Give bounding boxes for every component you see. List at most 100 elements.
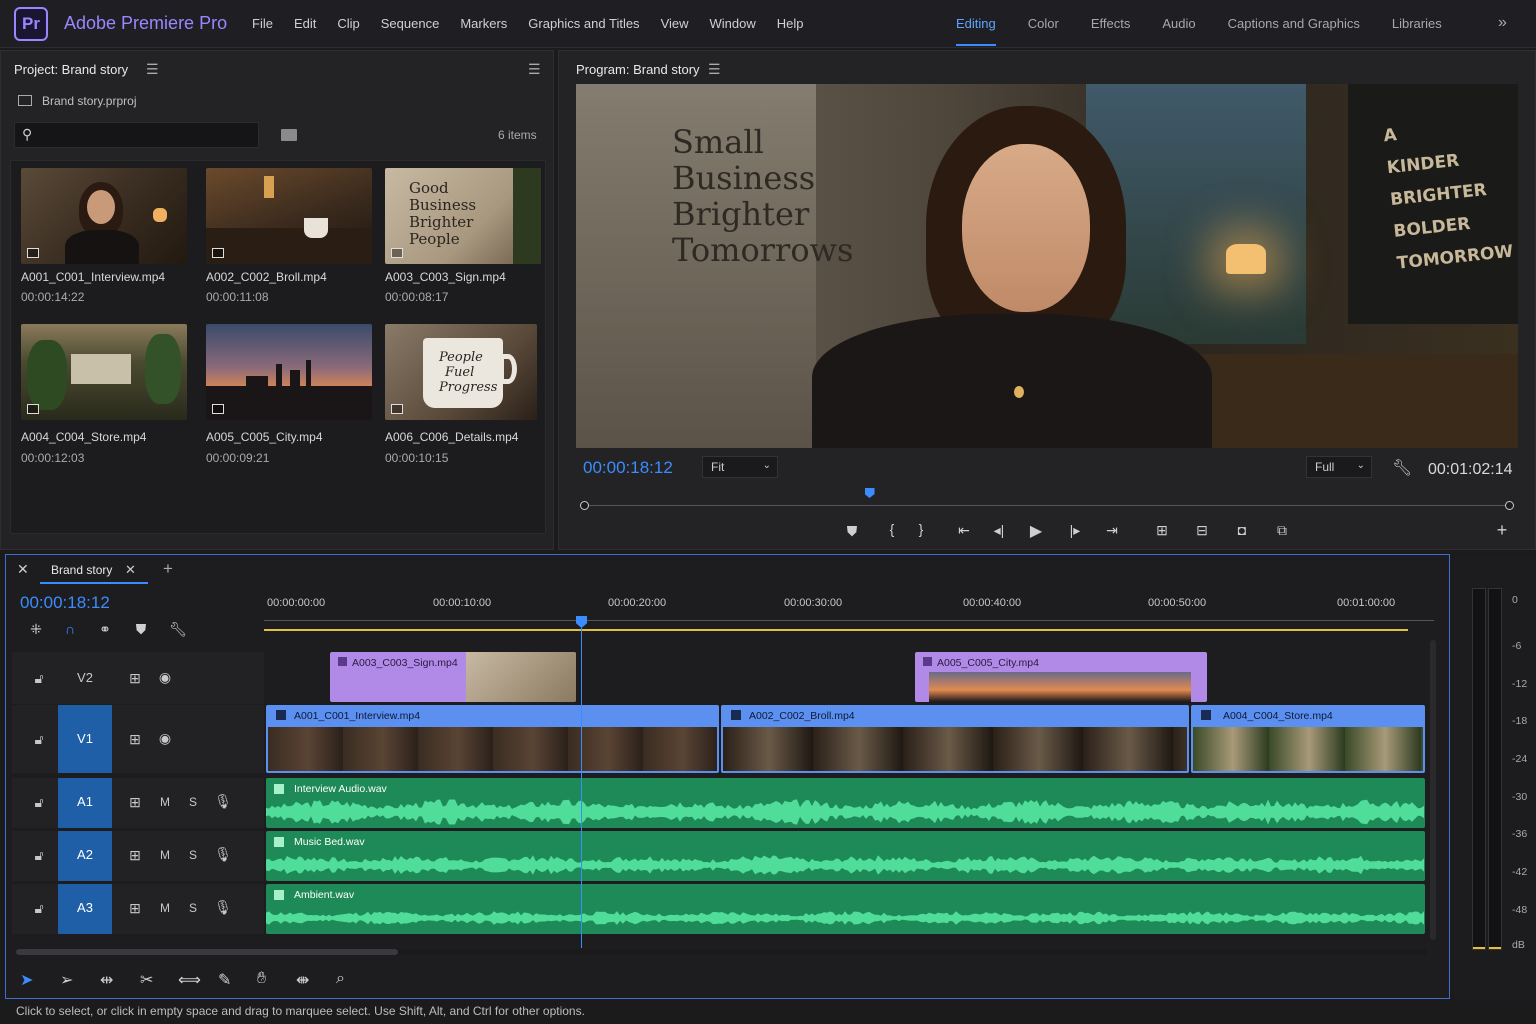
chevron-down-icon: ⌄ [1356, 460, 1365, 471]
track-select-tool-icon[interactable]: ➢ [60, 970, 73, 990]
panel-menu-icon[interactable]: ☰ [528, 61, 541, 78]
new-bin-icon[interactable] [281, 129, 297, 141]
program-monitor-title[interactable]: Program: Brand story [576, 62, 700, 77]
export-frame-icon[interactable]: ◘ [1232, 522, 1252, 538]
zoom-select[interactable]: Fit ⌄ [702, 456, 778, 478]
mark-in-icon[interactable]: { [882, 521, 902, 537]
program-video-frame[interactable]: Small Business Brighter Tomorrows A KIND… [576, 84, 1518, 448]
snap-icon[interactable]: ∩ [60, 621, 80, 637]
type-tool-icon[interactable]: ⇼ [296, 970, 309, 990]
project-panel-title[interactable]: Project: Brand story [14, 62, 128, 77]
new-tab-icon[interactable]: + [163, 559, 173, 579]
track-label[interactable]: V1 [58, 731, 112, 746]
menu-markers[interactable]: Markers [460, 16, 507, 31]
workspace-color[interactable]: Color [1028, 0, 1059, 46]
linked-selection-icon[interactable]: ⚭ [95, 621, 115, 638]
selection-tool-icon[interactable]: ➤ [20, 970, 33, 990]
mark-out-icon[interactable]: } [911, 521, 931, 537]
ripple-edit-tool-icon[interactable]: ⇹ [100, 970, 113, 990]
clip-a3-ambient[interactable]: Ambient.wav [266, 884, 1425, 934]
project-menu-icon[interactable]: ☰ [146, 61, 159, 78]
step-back-icon[interactable]: ◂| [989, 522, 1009, 539]
menu-clip[interactable]: Clip [337, 16, 359, 31]
workspace-libraries[interactable]: Libraries [1392, 0, 1442, 46]
more-workspaces-icon[interactable]: » [1498, 14, 1507, 32]
track-label[interactable]: A1 [58, 794, 112, 809]
clip-v1-interview[interactable]: A001_C001_Interview.mp4 [266, 705, 719, 773]
thumb-interview[interactable] [21, 168, 187, 264]
program-menu-icon[interactable]: ☰ [708, 61, 721, 78]
status-bar: Click to select, or click in empty space… [16, 1004, 585, 1018]
slip-tool-icon[interactable]: ⟺ [178, 970, 201, 990]
program-playhead[interactable] [864, 488, 875, 498]
program-timecode[interactable]: 00:00:18:12 [583, 458, 673, 478]
track-label[interactable]: A2 [58, 847, 112, 862]
clip-a2-music-bed[interactable]: Music Bed.wav [266, 831, 1425, 881]
project-search-input[interactable]: ⚲ [14, 122, 259, 148]
timeline-tab-label: Brand story [51, 563, 113, 577]
clip-v1-store[interactable]: A004_C004_Store.mp4 [1191, 705, 1425, 773]
horizontal-scrollbar[interactable] [16, 949, 1426, 955]
wrench-icon[interactable]: 🔧︎ [1392, 458, 1412, 478]
program-scrubber[interactable] [580, 488, 1514, 510]
scrub-end-handle[interactable] [1505, 501, 1514, 510]
comparison-view-icon[interactable]: ⧉ [1272, 522, 1292, 539]
thumb-broll[interactable] [206, 168, 372, 264]
workspace-editing[interactable]: Editing [956, 0, 996, 46]
hand-tool-icon[interactable]: ✋︎ [257, 970, 266, 988]
vertical-scrollbar[interactable] [1430, 640, 1436, 940]
track-label[interactable]: A3 [58, 900, 112, 915]
meter-label: -42 [1512, 866, 1528, 878]
step-forward-icon[interactable]: |▸ [1065, 522, 1085, 539]
go-to-in-icon[interactable]: ⇤ [954, 522, 974, 539]
workspace-captions[interactable]: Captions and Graphics [1228, 0, 1360, 46]
menu-sequence[interactable]: Sequence [381, 16, 440, 31]
menu-edit[interactable]: Edit [294, 16, 316, 31]
add-marker-icon[interactable]: ⛊ [131, 621, 151, 638]
clip-name: A006_C006_Details.mp4 [385, 430, 519, 444]
zoom-tool-icon[interactable]: ⌕ [336, 970, 345, 988]
eye-icon[interactable]: ◉ [138, 669, 192, 686]
eye-icon[interactable]: ◉ [138, 730, 192, 747]
scrub-start-handle[interactable] [580, 501, 589, 510]
microphone-icon[interactable]: 🎙︎ [196, 793, 250, 810]
menu-file[interactable]: File [252, 16, 273, 31]
microphone-icon[interactable]: 🎙︎ [196, 899, 250, 916]
track-label[interactable]: V2 [58, 670, 112, 685]
timeline-timecode[interactable]: 00:00:18:12 [20, 593, 110, 613]
lift-icon[interactable]: ⊞ [1152, 522, 1172, 539]
work-area-bar[interactable] [264, 629, 1408, 631]
menu-window[interactable]: Window [710, 16, 756, 31]
menu-bar: File Edit Clip Sequence Markers Graphics… [252, 16, 825, 31]
nest-icon[interactable]: ⁜ [26, 621, 46, 638]
thumb-store[interactable] [21, 324, 187, 420]
resolution-select[interactable]: Full ⌄ [1306, 456, 1372, 478]
play-icon[interactable]: ▶ [1026, 521, 1046, 541]
clip-label: A002_C002_Broll.mp4 [749, 710, 855, 722]
video-clip-icon [391, 248, 403, 258]
timeline-tab[interactable]: Brand story ✕ [40, 558, 148, 584]
button-editor-icon[interactable]: + [1492, 520, 1512, 541]
clip-v1-broll[interactable]: A002_C002_Broll.mp4 [721, 705, 1189, 773]
microphone-icon[interactable]: 🎙︎ [196, 846, 250, 863]
extract-icon[interactable]: ⊟ [1192, 522, 1212, 539]
add-marker-icon[interactable]: ⛊ [842, 523, 862, 540]
workspace-effects[interactable]: Effects [1091, 0, 1131, 46]
close-icon[interactable]: ✕ [125, 562, 136, 578]
menu-graphics-titles[interactable]: Graphics and Titles [528, 16, 639, 31]
workspace-audio[interactable]: Audio [1162, 0, 1195, 46]
menu-view[interactable]: View [661, 16, 689, 31]
thumb-city[interactable] [206, 324, 372, 420]
thumb-details[interactable]: People Fuel Progress [385, 324, 537, 420]
video-clip-icon [731, 710, 741, 720]
timeline-settings-icon[interactable]: 🔧︎ [168, 621, 188, 638]
thumb-sign[interactable]: Good Business Brighter People [385, 168, 541, 264]
clip-a1-interview-audio[interactable]: Interview Audio.wav [266, 778, 1425, 828]
clip-v2-sign[interactable]: A003_C003_Sign.mp4 [330, 652, 576, 702]
close-panel-icon[interactable]: ✕ [17, 561, 29, 578]
pen-tool-icon[interactable]: ✎ [218, 970, 231, 990]
menu-help[interactable]: Help [777, 16, 804, 31]
clip-v2-city[interactable]: A005_C005_City.mp4 [915, 652, 1207, 702]
razor-tool-icon[interactable]: ✂ [140, 970, 153, 990]
go-to-out-icon[interactable]: ⇥ [1102, 522, 1122, 539]
